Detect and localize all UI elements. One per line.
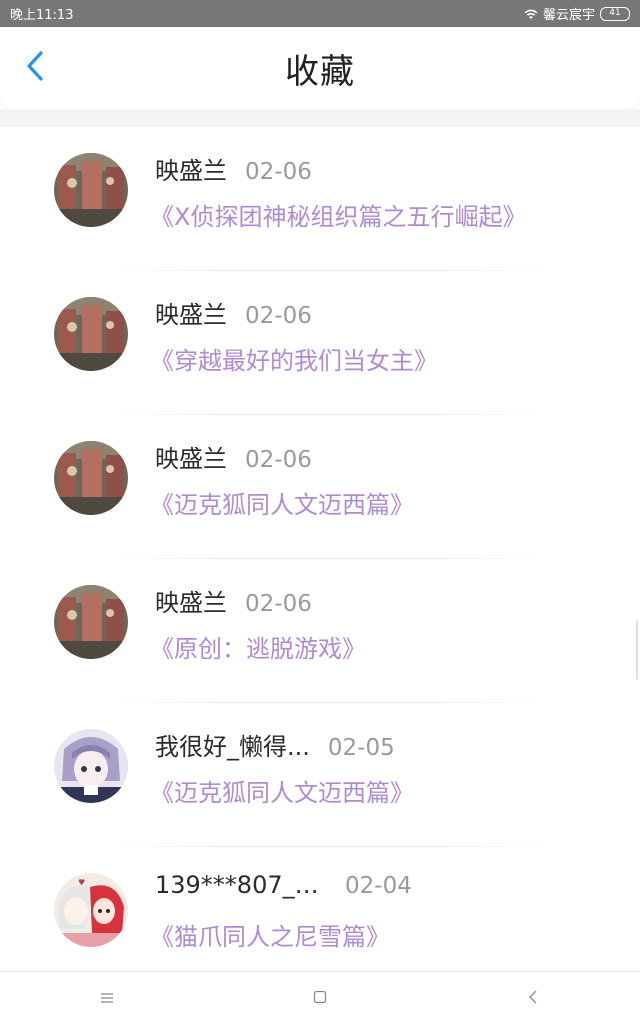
square-home-icon	[313, 989, 327, 1008]
back-button[interactable]	[18, 51, 52, 85]
menu-icon	[100, 989, 114, 1008]
battery-icon: 41	[600, 6, 630, 21]
author-name[interactable]: 我很好_懒得...	[155, 727, 310, 762]
carrier-name: 馨云宸宇	[542, 8, 595, 23]
post-date: 02-06	[245, 591, 312, 617]
list-item[interactable]: ♥ 139***807_6... 02-04 《猫爪同人之尼雪篇》	[0, 847, 640, 971]
nav-back-button[interactable]	[513, 979, 553, 1019]
chevron-left-icon	[25, 50, 45, 86]
avatar[interactable]	[54, 441, 128, 515]
system-nav-bar	[0, 971, 640, 1025]
avatar[interactable]	[54, 297, 128, 371]
story-title[interactable]: 《X侦探团神秘组织篇之五行崛起》	[150, 197, 526, 232]
name-row: 映盛兰 02-06	[155, 151, 312, 186]
post-date: 02-06	[245, 447, 312, 473]
name-row: 映盛兰 02-06	[155, 439, 312, 474]
list-item[interactable]: 映盛兰 02-06 《X侦探团神秘组织篇之五行崛起》	[0, 127, 640, 271]
scrollbar[interactable]	[636, 620, 638, 680]
home-button[interactable]	[300, 979, 340, 1019]
avatar[interactable]	[54, 585, 128, 659]
author-name[interactable]: 映盛兰	[155, 295, 227, 330]
list-item[interactable]: 映盛兰 02-06 《穿越最好的我们当女主》	[0, 271, 640, 415]
wifi-icon	[524, 8, 538, 20]
status-bar: 晚上11:13 馨云宸宇 41	[0, 0, 640, 27]
page-title: 收藏	[285, 51, 355, 92]
story-title[interactable]: 《迈克狐同人文迈西篇》	[150, 485, 414, 520]
header: 收藏	[0, 27, 640, 109]
list-item[interactable]: 我很好_懒得... 02-05 《迈克狐同人文迈西篇》	[0, 703, 640, 847]
name-row: 映盛兰 02-06	[155, 583, 312, 618]
name-row: 映盛兰 02-06	[155, 295, 312, 330]
story-title[interactable]: 《猫爪同人之尼雪篇》	[150, 917, 390, 952]
author-name[interactable]: 映盛兰	[155, 151, 227, 186]
post-date: 02-04	[345, 873, 412, 899]
menu-button[interactable]	[87, 979, 127, 1019]
post-date: 02-06	[245, 159, 312, 185]
story-title[interactable]: 《迈克狐同人文迈西篇》	[150, 773, 414, 808]
triangle-back-icon	[528, 989, 538, 1008]
post-date: 02-06	[245, 303, 312, 329]
author-name[interactable]: 映盛兰	[155, 583, 227, 618]
author-name[interactable]: 映盛兰	[155, 439, 227, 474]
favorites-list: 映盛兰 02-06 《X侦探团神秘组织篇之五行崛起》 映盛兰 02-06 《穿越…	[0, 127, 640, 971]
post-date: 02-05	[327, 735, 395, 761]
list-item[interactable]: 映盛兰 02-06 《迈克狐同人文迈西篇》	[0, 415, 640, 559]
status-time: 晚上11:13	[10, 8, 74, 23]
avatar[interactable]	[54, 153, 128, 227]
list-item[interactable]: 映盛兰 02-06 《原创：逃脱游戏》	[0, 559, 640, 703]
avatar[interactable]	[54, 729, 128, 803]
author-name[interactable]: 139***807_6...	[155, 871, 327, 899]
status-right: 馨云宸宇 41	[524, 4, 630, 23]
name-row: 139***807_6... 02-04	[155, 871, 412, 899]
story-title[interactable]: 《穿越最好的我们当女主》	[150, 341, 438, 376]
section-gap	[0, 109, 640, 127]
name-row: 我很好_懒得... 02-05	[155, 727, 395, 762]
avatar[interactable]: ♥	[54, 873, 128, 947]
story-title[interactable]: 《原创：逃脱游戏》	[150, 629, 366, 664]
battery-level: 41	[609, 8, 621, 18]
svg-text:♥: ♥	[78, 878, 85, 887]
